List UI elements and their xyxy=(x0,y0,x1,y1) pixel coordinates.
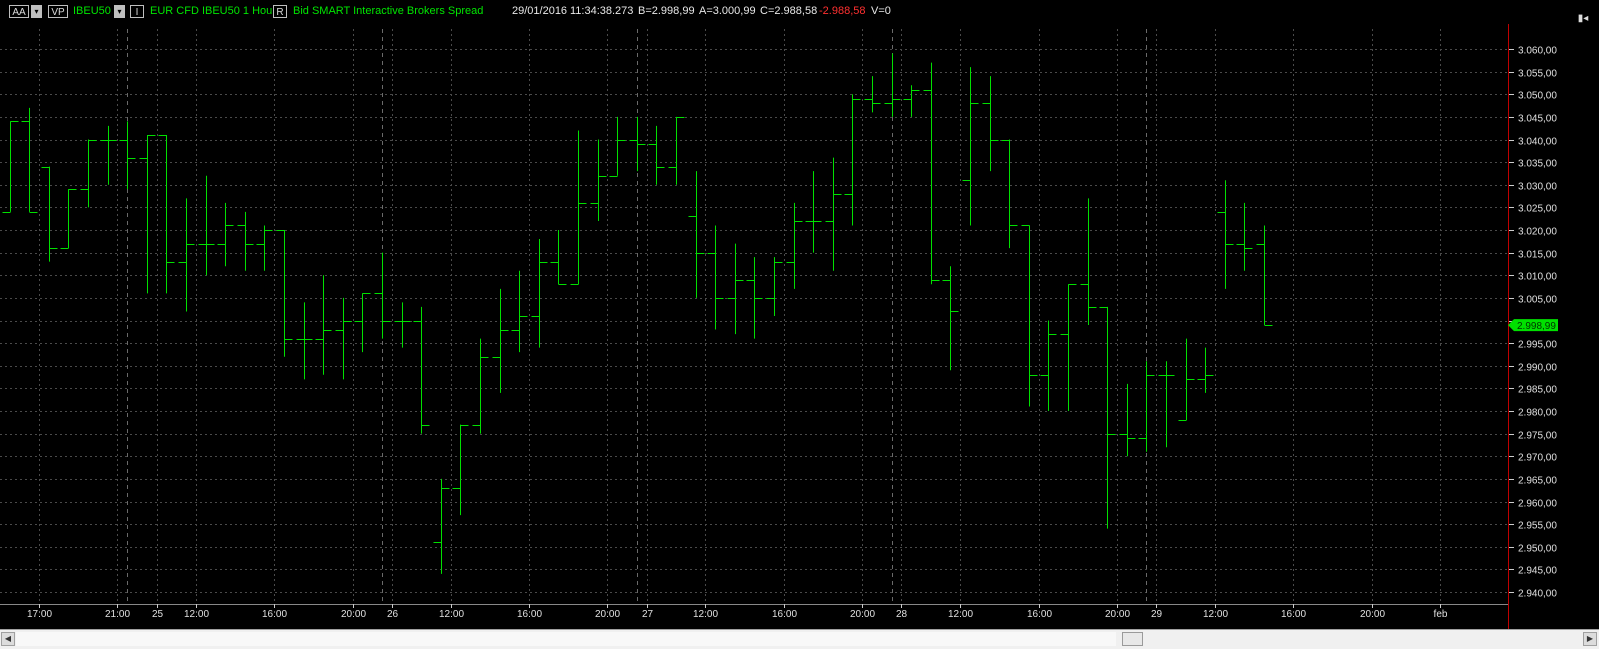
last-price-label: 2.998,99 xyxy=(1517,321,1556,332)
scroll-left-icon[interactable]: ◀ xyxy=(1,632,15,646)
x-tick-label: 27 xyxy=(642,609,654,620)
y-tick-label: 2.965,00 xyxy=(1518,476,1557,487)
y-tick-label: 3.060,00 xyxy=(1518,46,1557,57)
bid-value: B=2.998,99 xyxy=(638,5,695,17)
y-tick-label: 3.005,00 xyxy=(1518,295,1557,306)
x-tick-label: 20:00 xyxy=(1105,609,1130,620)
ask-value: A=3.000,99 xyxy=(699,5,756,17)
scroll-track[interactable] xyxy=(16,632,1116,646)
x-tick-label: feb xyxy=(1434,609,1448,620)
x-tick-label: 12:00 xyxy=(184,609,209,620)
y-tick-label: 2.990,00 xyxy=(1518,363,1557,374)
x-tick-label: 28 xyxy=(896,609,908,620)
chart-toolbar: AA ▾ VP IBEU50 ▾ I EUR CFD IBEU50 1 Hour… xyxy=(0,0,1599,24)
close-value: C=2.988,58 xyxy=(760,5,818,17)
x-tick-label: 12:00 xyxy=(1203,609,1228,620)
volume-value: V=0 xyxy=(871,5,891,17)
x-tick-label: 25 xyxy=(152,609,164,620)
vp-button[interactable]: VP xyxy=(48,5,68,18)
quote-time: 11:34:38.273 xyxy=(570,5,634,17)
y-tick-label: 3.020,00 xyxy=(1518,227,1557,238)
y-tick-label: 3.035,00 xyxy=(1518,159,1557,170)
interval-button[interactable]: I xyxy=(130,5,144,18)
x-tick-label: 16:00 xyxy=(1281,609,1306,620)
x-tick-label: 29 xyxy=(1151,609,1163,620)
symbol-label[interactable]: IBEU50 xyxy=(73,5,111,18)
x-tick-label: 16:00 xyxy=(1027,609,1052,620)
y-tick-label: 3.055,00 xyxy=(1518,69,1557,80)
y-tick-label: 3.025,00 xyxy=(1518,204,1557,215)
y-tick-label: 3.050,00 xyxy=(1518,91,1557,102)
y-tick-label: 2.960,00 xyxy=(1518,499,1557,510)
x-tick-label: 26 xyxy=(387,609,399,620)
chart-scrollbar[interactable]: ◀ ▶ xyxy=(0,629,1599,649)
r-button[interactable]: R xyxy=(273,5,287,18)
chart-background xyxy=(0,24,1599,629)
symbol-dropdown-icon[interactable]: ▾ xyxy=(114,5,125,18)
ohlc-chart[interactable]: 2.940,00 2.945,00 2.950,00 2.955,00 2.960,00… xyxy=(0,24,1599,629)
x-tick-label: 20:00 xyxy=(595,609,620,620)
y-tick-label: 3.045,00 xyxy=(1518,114,1557,125)
x-tick-label: 12:00 xyxy=(693,609,718,620)
y-tick-label: 3.015,00 xyxy=(1518,250,1557,261)
x-tick-label: 16:00 xyxy=(517,609,542,620)
y-tick-label: 3.010,00 xyxy=(1518,272,1557,283)
x-tick-label: 20:00 xyxy=(341,609,366,620)
quote-source-info: Bid SMART Interactive Brokers Spread xyxy=(293,5,484,17)
contract-description: EUR CFD IBEU50 1 Hour xyxy=(150,5,276,17)
y-tick-label: 2.995,00 xyxy=(1518,340,1557,351)
x-tick-label: 17:00 xyxy=(27,609,52,620)
y-tick-label: 2.940,00 xyxy=(1518,589,1557,600)
quote-date: 29/01/2016 xyxy=(512,5,568,17)
x-tick-label: 20:00 xyxy=(1360,609,1385,620)
y-tick-label: 2.945,00 xyxy=(1518,566,1557,577)
y-tick-label: 2.980,00 xyxy=(1518,408,1557,419)
y-tick-label: 2.975,00 xyxy=(1518,431,1557,442)
y-tick-label: 2.955,00 xyxy=(1518,521,1557,532)
y-tick-label: 2.970,00 xyxy=(1518,453,1557,464)
change-value: -2.988,58 xyxy=(819,5,866,17)
x-tick-label: 21:00 xyxy=(105,609,130,620)
y-tick-label: 3.030,00 xyxy=(1518,182,1557,193)
x-tick-label: 16:00 xyxy=(772,609,797,620)
x-tick-label: 12:00 xyxy=(948,609,973,620)
y-tick-label: 3.040,00 xyxy=(1518,137,1557,148)
y-tick-label: 2.950,00 xyxy=(1518,544,1557,555)
scroll-right-icon[interactable]: ▶ xyxy=(1583,632,1597,646)
aa-dropdown-icon[interactable]: ▾ xyxy=(31,5,42,18)
scroll-thumb[interactable] xyxy=(1122,632,1143,646)
x-tick-label: 16:00 xyxy=(262,609,287,620)
aa-button[interactable]: AA xyxy=(9,5,29,18)
x-tick-label: 12:00 xyxy=(439,609,464,620)
y-tick-label: 2.985,00 xyxy=(1518,385,1557,396)
x-tick-label: 20:00 xyxy=(850,609,875,620)
